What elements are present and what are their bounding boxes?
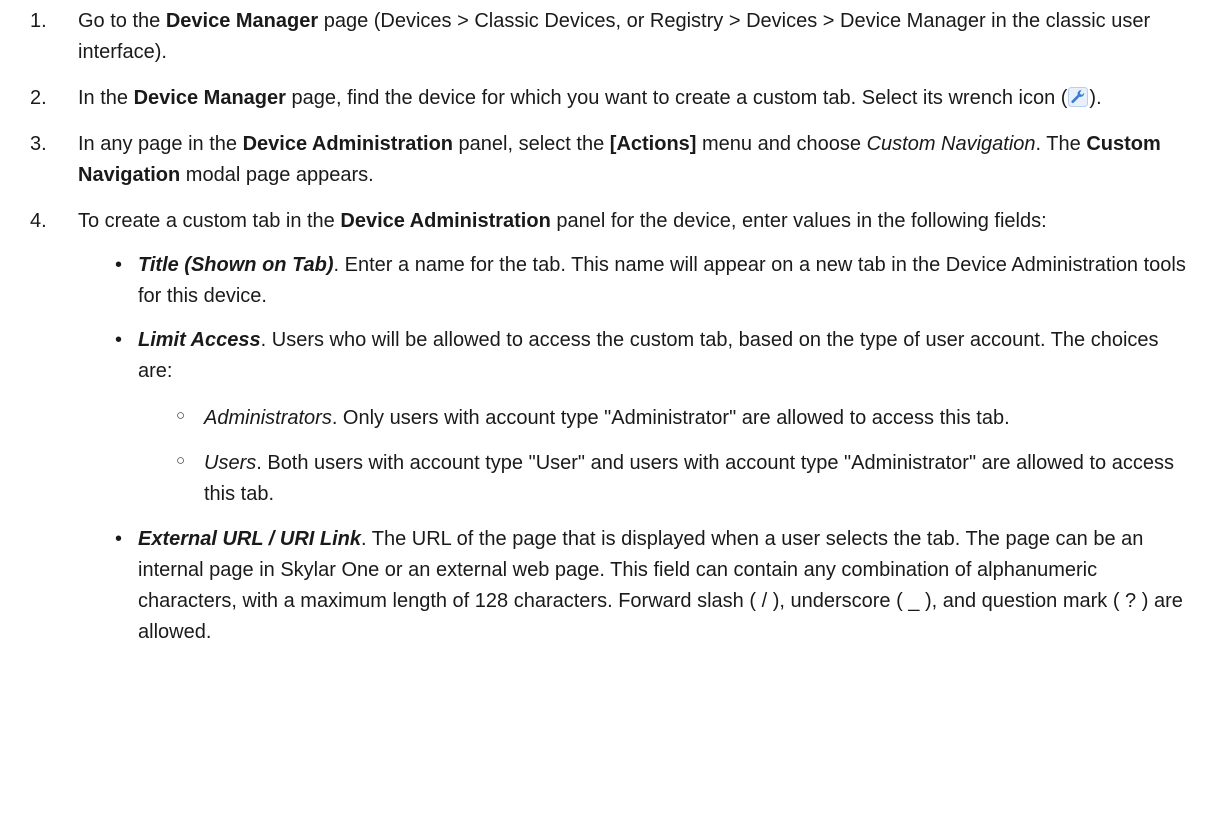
field-term: Limit Access [138,329,261,351]
step-4: 4. To create a custom tab in the Device … [30,206,1195,648]
step-number: 3. [30,133,47,155]
choice-administrators: ○ Administrators. Only users with accoun… [138,403,1195,434]
ui-term: Device Administration [242,133,453,155]
step-3: 3. In any page in the Device Administrat… [30,129,1195,191]
field-term: Title (Shown on Tab) [138,254,334,276]
step-text: Go to the Device Manager page (Devices >… [78,10,1151,63]
ui-term: Device Manager [165,10,319,32]
field-term: External URL / URI Link [138,528,362,550]
step-2: 2. In the Device Manager page, find the … [30,83,1195,114]
document: 1. Go to the Device Manager page (Device… [0,0,1225,648]
field-description: External URL / URI Link. The URL of the … [138,528,1183,643]
field-item-title: • Title (Shown on Tab). Enter a name for… [78,250,1195,312]
field-item-limit-access: • Limit Access. Users who will be allowe… [78,325,1195,510]
bullet-marker: • [115,528,123,550]
bullet-marker: • [115,254,123,276]
step-1: 1. Go to the Device Manager page (Device… [30,6,1195,68]
menu-option: Custom Navigation [866,133,1036,155]
field-list: • Title (Shown on Tab). Enter a name for… [78,250,1195,648]
ui-term: Device Manager [133,87,286,109]
step-text: To create a custom tab in the Device Adm… [78,210,1047,232]
choice-term: Administrators [204,407,332,429]
ui-term: Device Administration [340,210,551,232]
step-number: 4. [30,210,47,232]
step-number: 1. [30,10,47,32]
choice-users: ○ Users. Both users with account type "U… [138,448,1195,510]
step-text: In the Device Manager page, find the dev… [78,87,1102,109]
field-description: Title (Shown on Tab). Enter a name for t… [138,254,1186,307]
ui-term: [Actions] [609,133,697,155]
access-choices: ○ Administrators. Only users with accoun… [138,403,1195,510]
steps-list: 1. Go to the Device Manager page (Device… [30,6,1195,648]
field-item-external-url: • External URL / URI Link. The URL of th… [78,524,1195,648]
step-number: 2. [30,87,47,109]
choice-term: Users [204,452,257,474]
sub-bullet-marker: ○ [176,452,186,469]
field-description: Limit Access. Users who will be allowed … [138,329,1159,382]
step-text: In any page in the Device Administration… [78,133,1161,186]
wrench-icon [1068,87,1089,107]
bullet-marker: • [115,329,123,351]
sub-bullet-marker: ○ [176,407,186,424]
